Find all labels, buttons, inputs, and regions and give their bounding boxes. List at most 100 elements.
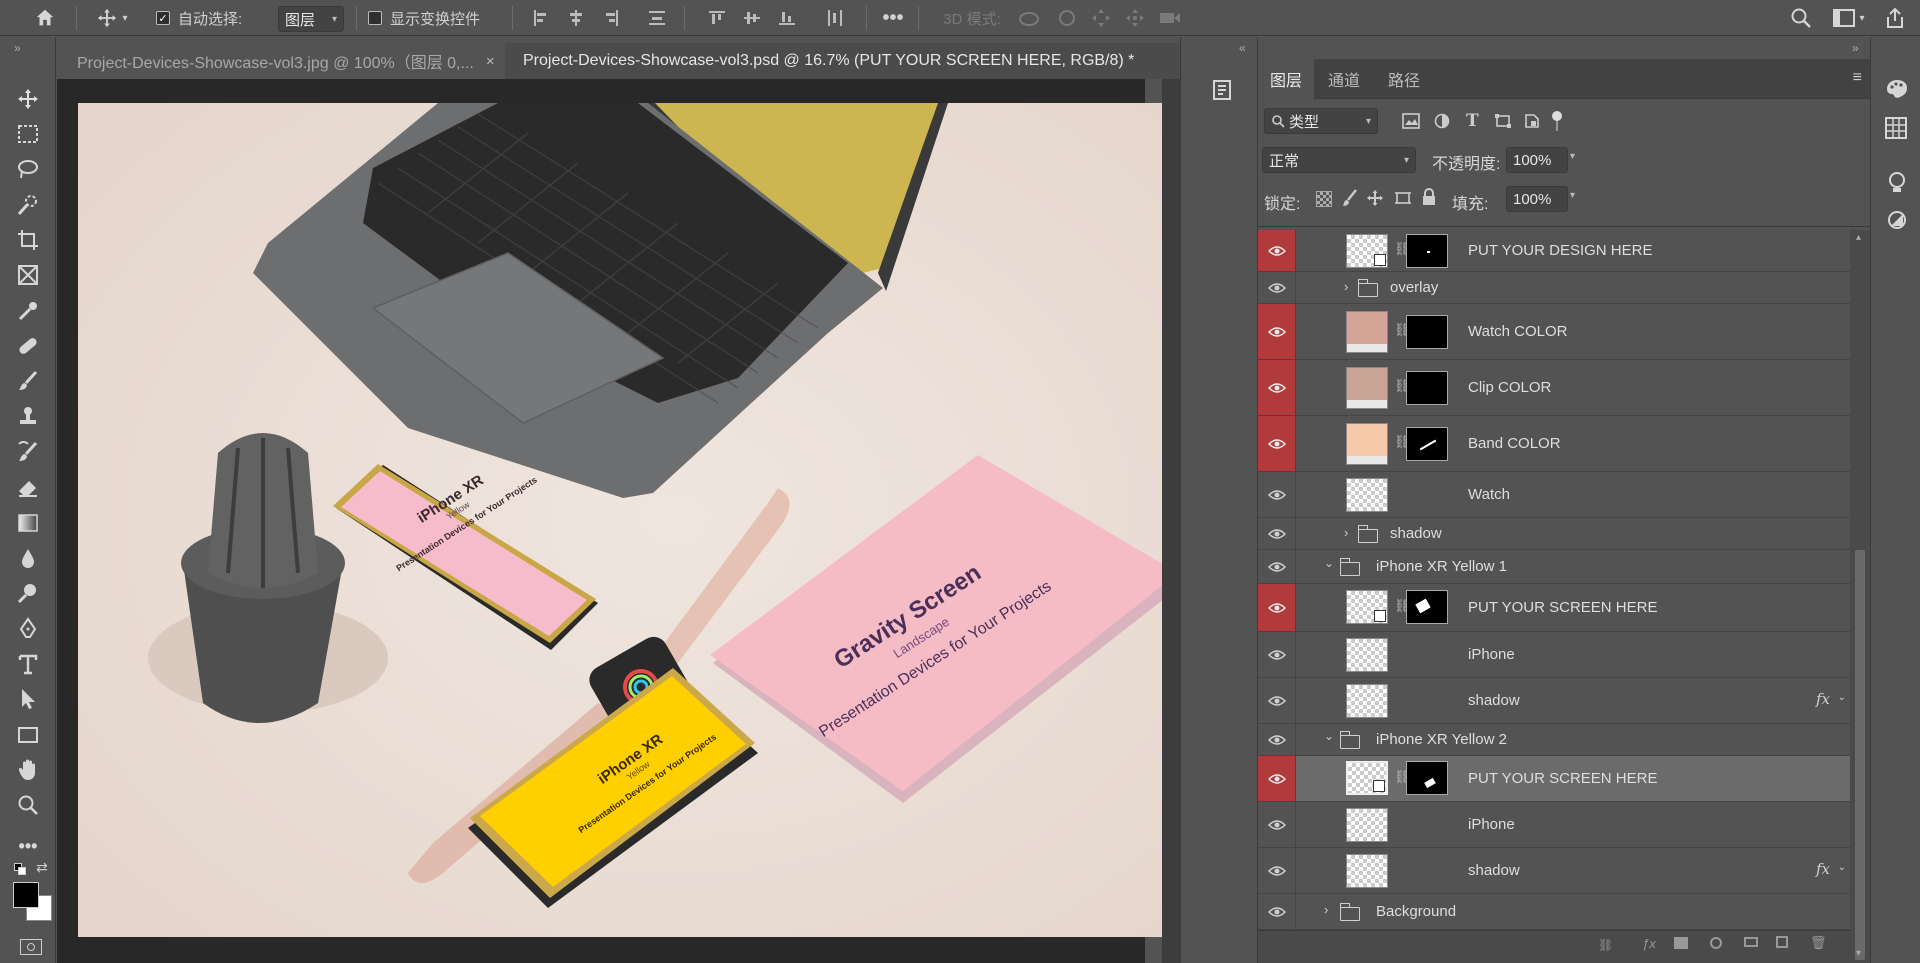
mask-link-icon[interactable]: ⛓	[1394, 241, 1411, 259]
show-transform-checkbox[interactable]: 显示变换控件	[368, 4, 498, 32]
panel-menu-icon[interactable]: ≡	[1853, 69, 1862, 87]
layer-mask-thumbnail[interactable]	[1406, 761, 1448, 795]
distribute-horizontal-icon[interactable]	[822, 4, 848, 32]
chevron-down-icon[interactable]: ⌄	[1324, 556, 1334, 570]
align-bottom-icon[interactable]	[774, 4, 800, 32]
layer-mask-thumbnail[interactable]	[1406, 590, 1448, 624]
swap-colors-icon[interactable]: ⇄	[36, 859, 48, 876]
lasso-tool-icon[interactable]	[10, 153, 46, 185]
search-icon[interactable]	[1786, 4, 1816, 32]
align-right-icon[interactable]	[598, 4, 624, 32]
close-icon[interactable]: ×	[486, 53, 495, 70]
visibility-eye-icon[interactable]	[1258, 724, 1296, 755]
eraser-tool-icon[interactable]	[10, 471, 46, 503]
checkbox-checked-icon[interactable]: ✓	[156, 11, 170, 25]
layer-name[interactable]: overlay	[1390, 279, 1438, 296]
layer-group-row[interactable]: › Background	[1258, 894, 1850, 930]
move-tool-preset-icon[interactable]: ▾	[88, 4, 136, 32]
layer-name[interactable]: Watch	[1468, 486, 1510, 503]
default-colors-icon[interactable]	[14, 863, 28, 877]
visibility-eye-icon[interactable]	[1258, 550, 1296, 583]
adjustments-icon[interactable]	[1887, 210, 1907, 230]
layer-name[interactable]: iPhone	[1468, 816, 1515, 833]
visibility-eye-icon[interactable]	[1258, 756, 1296, 801]
eyedropper-tool-icon[interactable]	[10, 295, 46, 327]
gradient-tool-icon[interactable]	[10, 507, 46, 539]
home-icon[interactable]	[28, 4, 62, 32]
opacity-input[interactable]: 100%	[1506, 147, 1568, 173]
tab-channels[interactable]: 通道	[1316, 59, 1372, 99]
layer-mask-thumbnail[interactable]	[1406, 427, 1448, 461]
tab-psd-document[interactable]: Project-Devices-Showcase-vol3.psd @ 16.7…	[505, 43, 1207, 79]
lock-image-pixels-icon[interactable]	[1342, 189, 1358, 207]
visibility-eye-icon[interactable]	[1258, 848, 1296, 893]
pen-tool-icon[interactable]	[10, 613, 46, 645]
visibility-eye-icon[interactable]	[1258, 472, 1296, 517]
smart-object-filter-icon[interactable]	[1524, 113, 1540, 129]
visibility-eye-icon[interactable]	[1258, 894, 1296, 929]
share-icon[interactable]	[1880, 4, 1910, 32]
layer-row[interactable]: shadow fx ⌄	[1258, 678, 1850, 724]
layer-mask-thumbnail[interactable]	[1406, 371, 1448, 405]
align-left-icon[interactable]	[528, 4, 554, 32]
layer-filter-dropdown[interactable]: 类型 ▾	[1264, 108, 1378, 134]
layer-row[interactable]: ⛓ PUT YOUR SCREEN HERE	[1258, 584, 1850, 632]
layer-row-selected[interactable]: ⛓ PUT YOUR SCREEN HERE	[1258, 756, 1850, 802]
visibility-eye-icon[interactable]	[1258, 802, 1296, 847]
type-layer-filter-icon[interactable]: T	[1466, 111, 1479, 131]
fill-input[interactable]: 100%	[1506, 186, 1568, 212]
layer-name[interactable]: iPhone	[1468, 646, 1515, 663]
layer-name[interactable]: shadow	[1390, 525, 1442, 542]
layer-row[interactable]: Watch	[1258, 472, 1850, 518]
mask-link-icon[interactable]: ⛓	[1394, 322, 1411, 340]
scroll-down-icon[interactable]: ▾	[1856, 948, 1861, 959]
visibility-eye-icon[interactable]	[1258, 678, 1296, 723]
learn-lightbulb-icon[interactable]	[1887, 171, 1907, 195]
lock-artboard-icon[interactable]	[1394, 190, 1412, 206]
expand-panel-icon[interactable]: »	[14, 41, 21, 55]
chevron-down-icon[interactable]: ⌄	[1324, 729, 1334, 743]
history-panel-icon[interactable]	[1209, 77, 1235, 103]
link-layers-icon[interactable]: ⛓	[1598, 938, 1613, 952]
align-top-icon[interactable]	[704, 4, 730, 32]
layer-mask-thumbnail[interactable]	[1406, 315, 1448, 349]
workspace-switcher-icon[interactable]: ▾	[1826, 4, 1872, 32]
chevron-down-icon[interactable]: ⌄	[1838, 692, 1846, 703]
layer-name[interactable]: Band COLOR	[1468, 435, 1561, 452]
add-mask-icon[interactable]	[1674, 937, 1688, 949]
layer-row[interactable]: ⛓ Band COLOR	[1258, 416, 1850, 472]
healing-brush-tool-icon[interactable]	[10, 330, 46, 362]
layers-scrollbar[interactable]: ▴ ▾	[1850, 230, 1870, 963]
more-options-icon[interactable]: •••	[878, 4, 908, 32]
layer-group-row[interactable]: ⌄ iPhone XR Yellow 1	[1258, 550, 1850, 584]
layer-row[interactable]: iPhone	[1258, 632, 1850, 678]
layer-name[interactable]: PUT YOUR SCREEN HERE	[1468, 770, 1658, 787]
hand-tool-icon[interactable]	[10, 754, 46, 786]
color-palette-icon[interactable]	[1885, 77, 1909, 101]
crop-tool-icon[interactable]	[10, 224, 46, 256]
layer-row[interactable]: ⛓ Watch COLOR	[1258, 304, 1850, 360]
filter-toggle-icon[interactable]	[1552, 111, 1564, 133]
edit-toolbar-icon[interactable]: •••	[10, 830, 46, 862]
layer-name[interactable]: Watch COLOR	[1468, 323, 1567, 340]
layer-name[interactable]: shadow	[1468, 862, 1520, 879]
new-layer-icon[interactable]	[1776, 936, 1788, 948]
frame-tool-icon[interactable]	[10, 259, 46, 291]
foreground-color-swatch[interactable]	[13, 882, 39, 908]
fill-slider-toggle-icon[interactable]: ▾	[1570, 190, 1575, 201]
tab-paths[interactable]: 路径	[1376, 59, 1432, 99]
opacity-slider-toggle-icon[interactable]: ▾	[1570, 151, 1575, 162]
delete-layer-icon[interactable]: 🗑	[1810, 935, 1827, 951]
visibility-eye-icon[interactable]	[1258, 416, 1296, 471]
visibility-eye-icon[interactable]	[1258, 584, 1296, 631]
new-group-icon[interactable]	[1744, 937, 1758, 947]
brush-tool-icon[interactable]	[10, 365, 46, 397]
layer-row[interactable]: ⛓ Clip COLOR	[1258, 360, 1850, 416]
layer-name[interactable]: shadow	[1468, 692, 1520, 709]
mask-link-icon[interactable]: ⛓	[1394, 598, 1411, 616]
align-vcenter-icon[interactable]	[739, 4, 765, 32]
layer-name[interactable]: Clip COLOR	[1468, 379, 1551, 396]
distribute-vertical-icon[interactable]	[644, 4, 670, 32]
pixel-layer-filter-icon[interactable]	[1402, 113, 1420, 129]
visibility-eye-icon[interactable]	[1258, 360, 1296, 415]
